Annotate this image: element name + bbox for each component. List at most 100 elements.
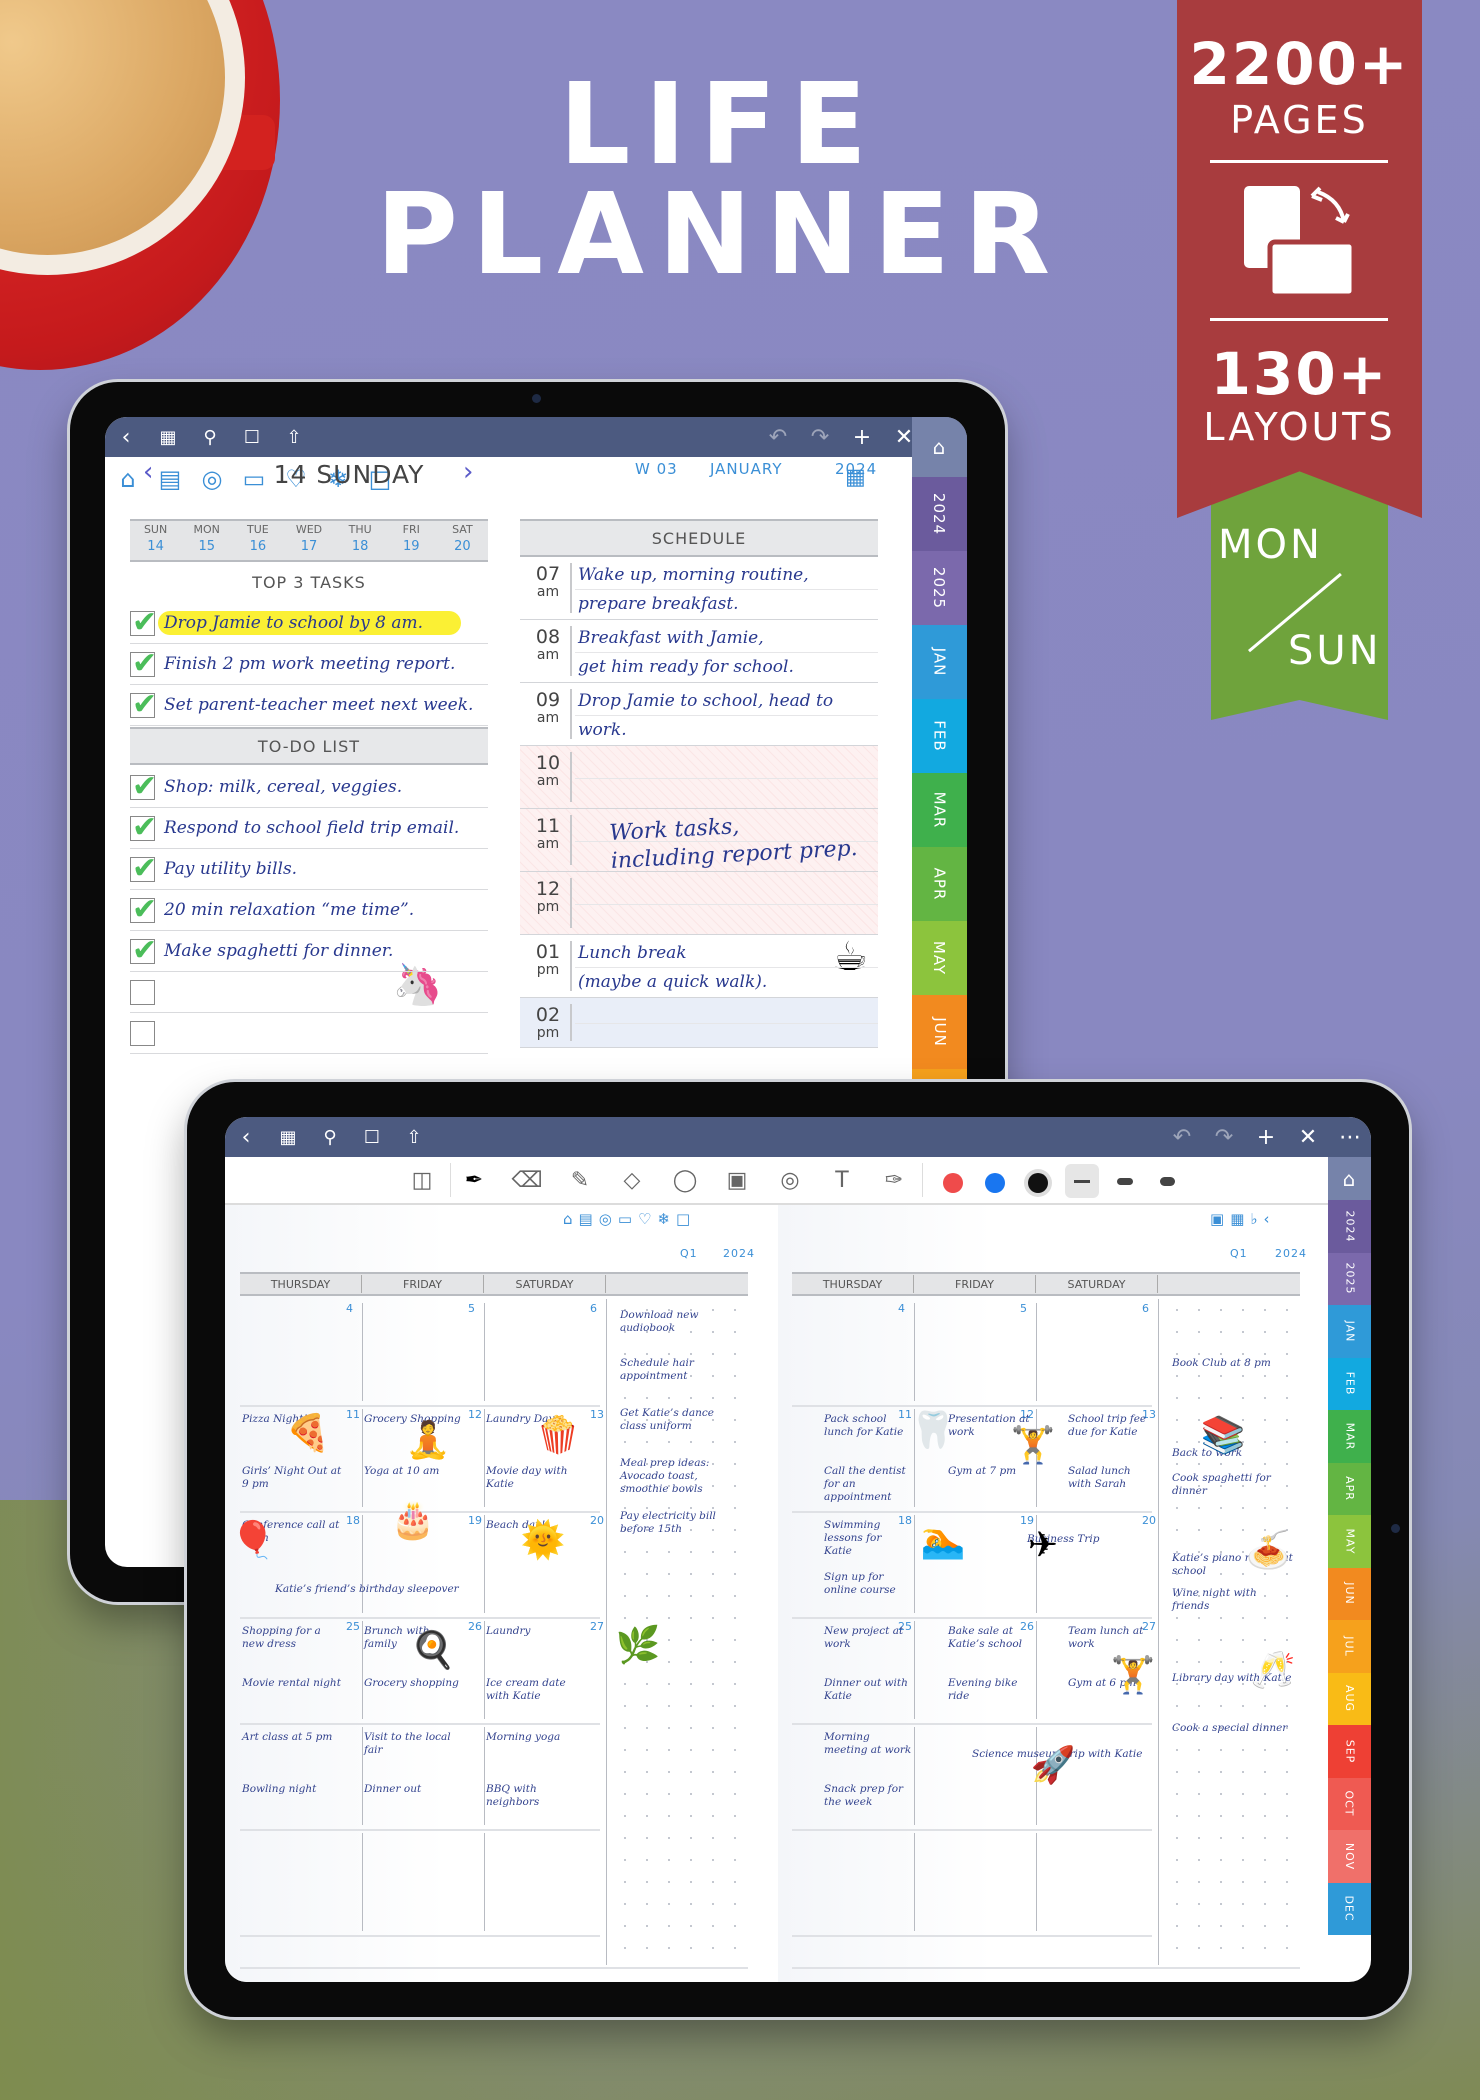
grid-icon[interactable]: ▦ xyxy=(147,427,189,448)
week-day[interactable]: WED 17 xyxy=(283,521,334,560)
calendar-event[interactable]: Ice cream date with Katie xyxy=(486,1677,586,1703)
calendar-event[interactable]: Team lunch at work xyxy=(1068,1625,1156,1651)
back-icon[interactable]: ‹ xyxy=(225,1125,267,1150)
stroke-thick[interactable] xyxy=(1160,1177,1175,1186)
day-number[interactable]: 19 xyxy=(468,1514,482,1527)
day-number[interactable]: 27 xyxy=(590,1620,604,1633)
stroke-medium[interactable] xyxy=(1117,1178,1133,1185)
shoe-icon[interactable]: ♭ xyxy=(1250,1210,1257,1228)
checkbox[interactable] xyxy=(130,933,157,968)
home-icon[interactable]: ⌂ xyxy=(563,1210,573,1228)
year-label[interactable]: 2024 xyxy=(1275,1247,1307,1260)
calendar-event[interactable]: Movie rental night xyxy=(242,1677,342,1690)
checkbox[interactable] xyxy=(130,810,157,845)
lasso-icon[interactable]: ◯ xyxy=(668,1165,702,1197)
color-red[interactable] xyxy=(943,1173,963,1193)
schedule-slot[interactable]: 01 pm Lunch break (maybe a quick walk). xyxy=(520,935,878,998)
calendar-event[interactable]: Dinner out xyxy=(364,1783,464,1796)
share-icon[interactable]: ⇧ xyxy=(273,427,315,448)
side-tab-jul[interactable]: JUL xyxy=(1328,1620,1371,1673)
note-item[interactable]: Book Club at 8 pm xyxy=(1172,1357,1294,1370)
checkbox[interactable] xyxy=(130,979,155,1005)
side-tab-mar[interactable]: MAR xyxy=(912,773,967,847)
schedule-slot[interactable]: 10 am xyxy=(520,746,878,809)
task-text[interactable]: Make spaghetti for dinner. xyxy=(164,941,393,961)
note-item[interactable]: Schedule hair appointment xyxy=(620,1357,742,1383)
day-number[interactable]: 4 xyxy=(346,1302,353,1315)
checkbox[interactable] xyxy=(130,769,157,804)
add-icon[interactable]: + xyxy=(1245,1125,1287,1150)
target-icon[interactable]: ◎ xyxy=(599,1210,612,1228)
day-number[interactable]: 13 xyxy=(590,1408,604,1421)
week-number[interactable]: W 03 xyxy=(635,460,678,478)
calendar-event[interactable]: Laundry xyxy=(486,1625,586,1638)
side-tab-2025[interactable]: 2025 xyxy=(912,551,967,625)
bike-icon[interactable]: ❄ xyxy=(657,1210,670,1228)
quarter-label[interactable]: Q1 xyxy=(680,1247,698,1260)
calendar-event[interactable]: Morning meeting at work xyxy=(824,1731,912,1757)
side-tab-2024[interactable]: 2024 xyxy=(1328,1200,1371,1253)
side-tab-2024[interactable]: 2024 xyxy=(912,477,967,551)
calendar-event[interactable]: Call the dentist for an appointment xyxy=(824,1465,912,1504)
side-tab-home[interactable]: ⌂ xyxy=(912,417,967,477)
calendar-event[interactable]: Bake sale at Katie’s school xyxy=(948,1625,1036,1651)
checklist-grid-icon[interactable]: ▦ xyxy=(1230,1210,1244,1228)
day-number[interactable]: 20 xyxy=(590,1514,604,1527)
calendar-event[interactable]: Evening bike ride xyxy=(948,1677,1036,1703)
calendar-event[interactable]: Girls’ Night Out at 9 pm xyxy=(242,1465,342,1491)
task-text[interactable]: Pay utility bills. xyxy=(164,859,297,879)
calendar-event[interactable]: Visit to the local fair xyxy=(364,1731,464,1757)
day-number[interactable]: 18 xyxy=(346,1514,360,1527)
back-icon[interactable]: ‹ xyxy=(105,425,147,450)
pen-icon[interactable]: ✒ xyxy=(457,1165,491,1197)
week-day[interactable]: THU 18 xyxy=(335,521,386,560)
task-text[interactable]: Respond to school field trip email. xyxy=(164,818,459,838)
side-tab-jan[interactable]: JAN xyxy=(1328,1305,1371,1358)
more-icon[interactable]: ⋯ xyxy=(1329,1125,1371,1150)
stroke-thin-selected[interactable] xyxy=(1065,1164,1099,1198)
checkbox[interactable] xyxy=(130,687,157,722)
side-tab-feb[interactable]: FEB xyxy=(912,699,967,773)
day-number[interactable]: 25 xyxy=(346,1620,360,1633)
calendar-event[interactable]: Movie day with Katie xyxy=(486,1465,586,1491)
grid-icon[interactable]: ▦ xyxy=(267,1127,309,1148)
week-day[interactable]: SUN 14 xyxy=(130,521,181,560)
search-icon[interactable]: ⚲ xyxy=(189,427,231,448)
side-tab-feb[interactable]: FEB xyxy=(1328,1357,1371,1410)
calendar-event[interactable]: Bowling night xyxy=(242,1783,342,1796)
calendar-event[interactable]: School trip fee due for Katie xyxy=(1068,1413,1156,1439)
bookmark-icon[interactable]: ☐ xyxy=(351,1127,393,1148)
week-day[interactable]: TUE 16 xyxy=(232,521,283,560)
note-item[interactable]: Wine night with friends xyxy=(1172,1587,1294,1613)
month-link[interactable]: JANUARY xyxy=(710,460,783,478)
task-text[interactable]: Shop: milk, cereal, veggies. xyxy=(164,777,402,797)
checkbox[interactable] xyxy=(130,892,157,927)
side-tab-apr[interactable]: APR xyxy=(1328,1462,1371,1515)
calendar-event[interactable]: Yoga at 10 am xyxy=(364,1465,464,1478)
day-number[interactable]: 26 xyxy=(468,1620,482,1633)
image-icon[interactable]: ▣ xyxy=(720,1165,754,1197)
checkbox[interactable] xyxy=(130,851,157,886)
side-tab-may[interactable]: MAY xyxy=(1328,1515,1371,1568)
highlighter-icon[interactable]: ✎ xyxy=(563,1165,597,1197)
side-tab-2025[interactable]: 2025 xyxy=(1328,1252,1371,1305)
share-icon[interactable]: ⇧ xyxy=(393,1127,435,1148)
day-number[interactable]: 20 xyxy=(1142,1514,1156,1527)
page-icon[interactable]: □ xyxy=(676,1210,690,1228)
tape-icon[interactable]: ✑ xyxy=(877,1165,911,1197)
side-tab-mar[interactable]: MAR xyxy=(1328,1410,1371,1463)
wallet-icon[interactable]: ▭ xyxy=(618,1210,632,1228)
calendar-event[interactable]: Swimming lessons for Katie xyxy=(824,1519,912,1558)
bookmark-icon[interactable]: ☐ xyxy=(231,427,273,448)
search-icon[interactable]: ⚲ xyxy=(309,1127,351,1148)
week-day[interactable]: FRI 19 xyxy=(386,521,437,560)
undo-icon[interactable]: ↶ xyxy=(757,425,799,450)
day-number[interactable]: 5 xyxy=(1020,1302,1027,1315)
week-day[interactable]: MON 15 xyxy=(181,521,232,560)
collapse-chevron-icon[interactable]: ‹ xyxy=(1263,1210,1269,1228)
clipboard-icon[interactable]: ▤ xyxy=(579,1210,593,1228)
redo-icon[interactable]: ↷ xyxy=(1203,1125,1245,1150)
side-tab-dec[interactable]: DEC xyxy=(1328,1882,1371,1935)
slot-text[interactable]: Lunch break (maybe a quick walk). xyxy=(578,939,876,997)
slot-text[interactable]: Wake up, morning routine, prepare breakfa… xyxy=(578,561,876,619)
